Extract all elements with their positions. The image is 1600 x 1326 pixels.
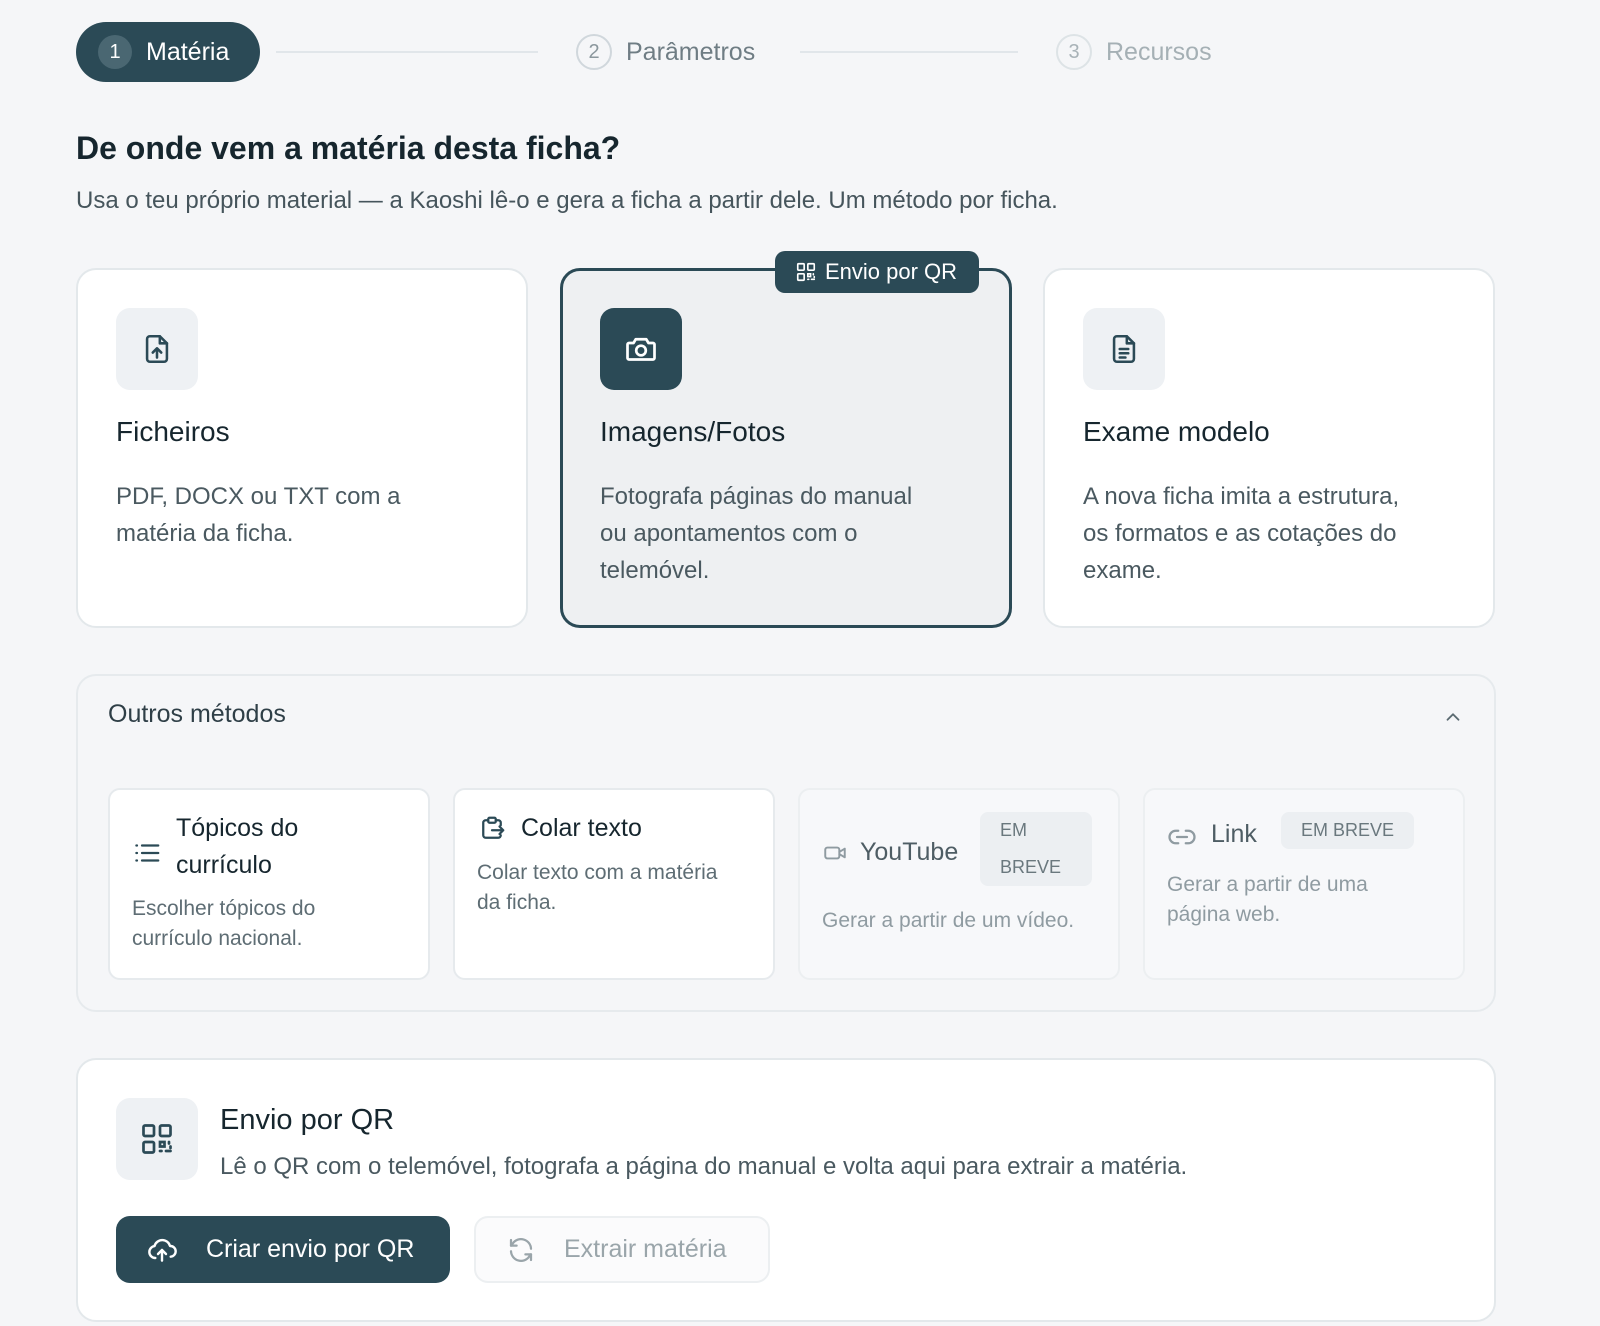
method-card-imagens[interactable]: Imagens/Fotos Fotografa páginas do manua… — [560, 268, 1012, 628]
method-topicos-curriculo[interactable]: Tópicos do currículo Escolher tópicos do… — [108, 788, 430, 980]
card-description: A nova ficha imita a estrutura, os forma… — [1083, 483, 1400, 584]
mini-title: YouTube — [860, 838, 959, 866]
create-qr-upload-button[interactable]: Criar envio por QR — [116, 1216, 450, 1283]
mini-description: Colar texto com a matéria da ficha. — [477, 861, 718, 914]
camera-icon — [600, 308, 682, 390]
step-label: Recursos — [1106, 37, 1212, 66]
card-title: Imagens/Fotos — [600, 416, 786, 447]
qr-upload-panel: Envio por QR Lê o QR com o telemóvel, fo… — [76, 1058, 1496, 1322]
method-link: Link EM BREVE Gerar a partir de uma pági… — [1143, 788, 1465, 980]
qr-upload-badge: Envio por QR — [775, 251, 979, 293]
coming-soon-badge: EM BREVE — [980, 812, 1092, 886]
file-upload-icon — [116, 308, 198, 390]
method-card-ficheiros[interactable]: Ficheiros PDF, DOCX ou TXT com a matéria… — [76, 268, 528, 628]
link-icon — [1167, 822, 1197, 852]
card-title: Exame modelo — [1083, 416, 1270, 447]
step-number: 1 — [98, 35, 132, 69]
step-materia[interactable]: 1 Matéria — [76, 22, 260, 82]
card-description: Fotografa páginas do manual ou apontamen… — [600, 483, 913, 584]
step-recursos[interactable]: 3 Recursos — [1056, 34, 1212, 70]
card-description: PDF, DOCX ou TXT com a matéria da ficha. — [116, 483, 401, 547]
step-number: 3 — [1056, 34, 1092, 70]
mini-description: Gerar a partir de uma página web. — [1167, 873, 1368, 926]
qr-code-icon — [116, 1098, 198, 1180]
method-colar-texto[interactable]: Colar texto Colar texto com a matéria da… — [453, 788, 775, 980]
page-title: De onde vem a matéria desta ficha? — [76, 130, 621, 166]
step-parametros[interactable]: 2 Parâmetros — [576, 34, 755, 70]
button-label: Criar envio por QR — [206, 1235, 415, 1263]
document-icon — [1083, 308, 1165, 390]
extract-content-button[interactable]: Extrair matéria — [474, 1216, 770, 1283]
video-icon — [822, 840, 848, 866]
mini-title: Colar texto — [521, 814, 642, 842]
step-connector — [276, 51, 538, 53]
badge-label: Envio por QR — [825, 259, 958, 284]
page-subtitle: Usa o teu próprio material — a Kaoshi lê… — [76, 187, 1058, 214]
stepper: 1 Matéria 2 Parâmetros 3 Recursos — [76, 22, 1216, 82]
other-methods-title[interactable]: Outros métodos — [108, 700, 286, 729]
step-label: Matéria — [146, 37, 230, 66]
step-label: Parâmetros — [626, 37, 756, 66]
method-card-exame[interactable]: Exame modelo A nova ficha imita a estrut… — [1043, 268, 1495, 628]
method-youtube: YouTube EM BREVE Gerar a partir de um ví… — [798, 788, 1120, 980]
qr-panel-description: Lê o QR com o telemóvel, fotografa a pág… — [220, 1153, 1188, 1180]
step-number: 2 — [576, 34, 612, 70]
mini-description: Gerar a partir de um vídeo. — [822, 909, 1075, 932]
refresh-icon — [506, 1235, 536, 1265]
list-icon — [132, 838, 162, 868]
other-methods-panel: Outros métodos Tópicos do currículo Esco… — [76, 674, 1496, 1012]
cloud-upload-icon — [146, 1234, 178, 1266]
qr-panel-title: Envio por QR — [220, 1104, 395, 1136]
coming-soon-badge: EM BREVE — [1281, 812, 1415, 849]
card-title: Ficheiros — [116, 416, 230, 447]
step-connector — [800, 51, 1018, 53]
mini-title: Tópicos do currículo — [176, 814, 299, 879]
mini-description: Escolher tópicos do currículo nacional. — [132, 897, 316, 950]
qr-code-icon — [795, 261, 817, 283]
paste-icon — [477, 814, 507, 844]
chevron-up-icon[interactable] — [1442, 706, 1464, 728]
button-label: Extrair matéria — [564, 1235, 727, 1263]
mini-title: Link — [1211, 820, 1257, 848]
